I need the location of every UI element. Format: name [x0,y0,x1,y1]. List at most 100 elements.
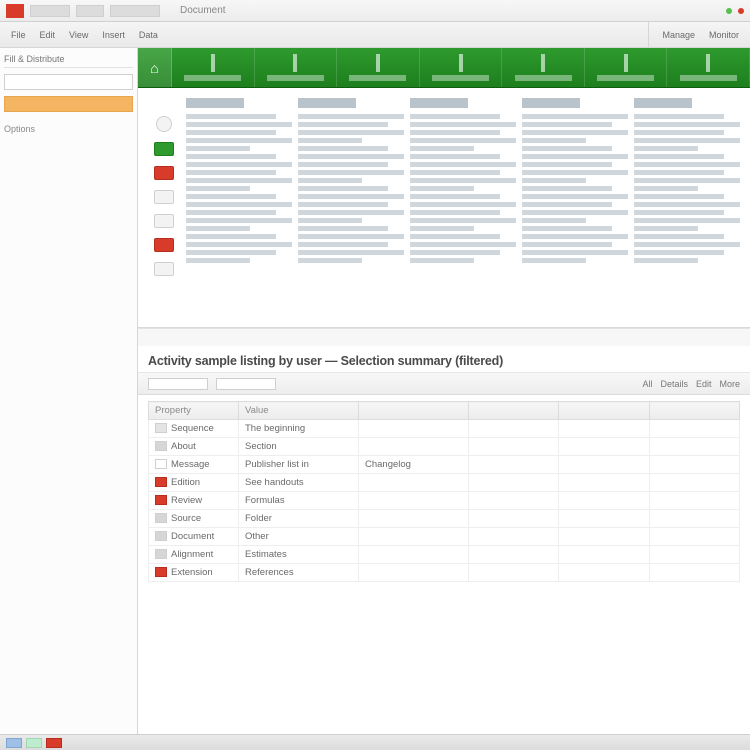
sidebar-item[interactable]: Options [4,118,133,134]
panel-heading: Activity sample listing by user — Select… [138,346,750,373]
cell [649,528,739,546]
cell-value: Formulas [239,492,359,510]
titlebar-block [30,5,70,17]
menu-item[interactable]: Manage [657,28,700,42]
cell [559,492,649,510]
cell [359,492,469,510]
cell [649,546,739,564]
gutter-badge-icon [154,262,174,276]
table-header-row: Property Value [149,402,740,420]
table-header[interactable] [649,402,739,420]
cell-value: Publisher list in [239,456,359,474]
menu-item[interactable]: Data [134,28,163,42]
ribbon-tab[interactable] [337,48,420,87]
cell [469,546,559,564]
sidebar-selected-row[interactable] [4,96,133,112]
toolbar-chip[interactable] [216,378,276,390]
doc-column [634,98,740,321]
ribbon-tab[interactable] [585,48,668,87]
cell-property: Edition [149,474,239,492]
table-row[interactable]: AboutSection [149,438,740,456]
table-row[interactable]: AlignmentEstimates [149,546,740,564]
cell [469,564,559,582]
document-preview [138,88,750,328]
ribbon-tab[interactable] [667,48,750,87]
menu-item[interactable]: File [6,28,31,42]
table-header[interactable] [469,402,559,420]
doc-column [298,98,404,321]
cell: Changelog [359,456,469,474]
table-row[interactable]: DocumentOther [149,528,740,546]
ribbon-tab[interactable] [502,48,585,87]
cell-property: Alignment [149,546,239,564]
toolbar-item[interactable]: All [642,379,652,389]
ribbon-tab[interactable] [255,48,338,87]
gutter-badge-icon [154,142,174,156]
table-header[interactable] [559,402,649,420]
row-swatch-icon [155,531,167,541]
table-header[interactable] [359,402,469,420]
cell [559,438,649,456]
sidebar-input[interactable] [4,74,133,90]
row-swatch-icon [155,549,167,559]
details-table: Property Value SequenceThe beginningAbou… [148,401,740,582]
toolbar-chip[interactable] [148,378,208,390]
table-row[interactable]: SequenceThe beginning [149,420,740,438]
ribbon-home-button[interactable]: ⌂ [138,48,172,87]
cell [559,546,649,564]
ribbon-tab[interactable] [172,48,255,87]
toolbar-item[interactable]: Details [660,379,688,389]
row-swatch-icon [155,441,167,451]
table-row[interactable]: EditionSee handouts [149,474,740,492]
cell [469,492,559,510]
cell-property: About [149,438,239,456]
titlebar-doc-label: Document [180,5,226,16]
cell [559,528,649,546]
cell [559,510,649,528]
cell [649,510,739,528]
cell-value: The beginning [239,420,359,438]
cell-value: References [239,564,359,582]
cell [359,546,469,564]
doc-footer [138,328,750,346]
table-wrap: Property Value SequenceThe beginningAbou… [138,395,750,734]
cell [649,492,739,510]
cell-property: Extension [149,564,239,582]
table-header[interactable]: Property [149,402,239,420]
taskbar-item-icon[interactable] [46,738,62,748]
menu-right-group: Manage Monitor [648,22,744,47]
menu-item[interactable]: View [64,28,93,42]
doc-gutter [148,98,180,321]
gutter-badge-icon [154,166,174,180]
menu-item[interactable]: Monitor [704,28,744,42]
toolbar-item[interactable]: Edit [696,379,712,389]
menu-item[interactable]: Edit [35,28,61,42]
gutter-badge-icon [156,116,172,132]
cell [649,438,739,456]
cell-property: Review [149,492,239,510]
cell [469,510,559,528]
cell [559,456,649,474]
ribbon-tab[interactable] [420,48,503,87]
taskbar-item-icon[interactable] [26,738,42,748]
content-area: ⌂ [138,48,750,734]
table-row[interactable]: SourceFolder [149,510,740,528]
main-area: Fill & Distribute Options ⌂ [0,48,750,734]
table-row[interactable]: ExtensionReferences [149,564,740,582]
table-header[interactable]: Value [239,402,359,420]
cell [649,420,739,438]
gutter-badge-icon [154,214,174,228]
cell [469,456,559,474]
taskbar-item-icon[interactable] [6,738,22,748]
cell [469,474,559,492]
cell [469,528,559,546]
cell [559,564,649,582]
row-swatch-icon [155,423,167,433]
menu-item[interactable]: Insert [97,28,130,42]
table-row[interactable]: ReviewFormulas [149,492,740,510]
doc-column [186,98,292,321]
cell [559,474,649,492]
cell [359,474,469,492]
table-row[interactable]: MessagePublisher list inChangelog [149,456,740,474]
toolbar-item[interactable]: More [719,379,740,389]
